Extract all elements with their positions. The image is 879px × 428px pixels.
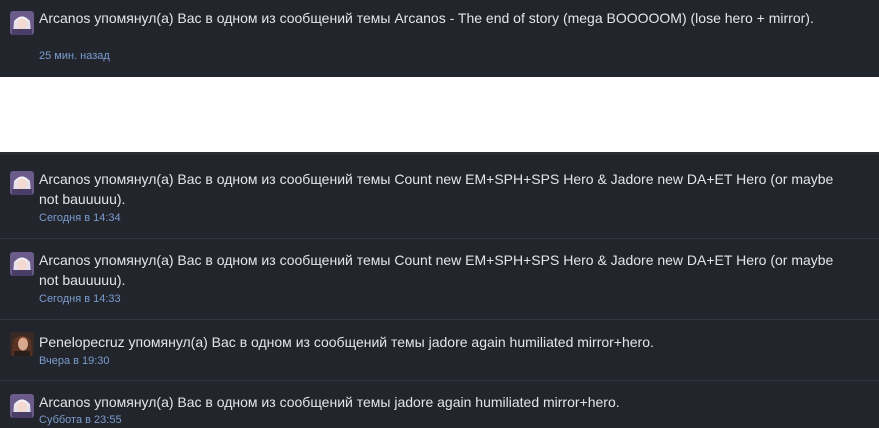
alert-thread-link[interactable]: jadore again humiliated mirror+hero — [394, 394, 615, 410]
alert-username[interactable]: Arcanos — [39, 394, 90, 410]
user-avatar[interactable] — [10, 171, 34, 195]
alert-message: Arcanos упомянул(а) Вас в одном из сообщ… — [39, 392, 839, 412]
alert-message: Arcanos упомянул(а) Вас в одном из сообщ… — [39, 250, 839, 290]
alert-item: Arcanos упомянул(а) Вас в одном из сообщ… — [0, 0, 879, 78]
alert-message: Penelopecruz упомянул(а) Вас в одном из … — [39, 332, 839, 352]
anime-avatar-icon — [10, 171, 34, 195]
alert-message: Arcanos упомянул(а) Вас в одном из сообщ… — [39, 8, 839, 28]
alerts-feed: Arcanos упомянул(а) Вас в одном из сообщ… — [0, 0, 879, 428]
alert-time: Сегодня в 14:33 — [39, 293, 121, 305]
alert-action: упомянул(а) Вас в одном из сообщений тем… — [90, 394, 395, 410]
alert-action: упомянул(а) Вас в одном из сообщений тем… — [90, 10, 395, 26]
user-avatar[interactable] — [10, 332, 34, 356]
alert-time: 25 мин. назад — [39, 50, 110, 62]
alert-item: Penelopecruz упомянул(а) Вас в одном из … — [0, 321, 879, 381]
photo-avatar-icon — [10, 332, 34, 356]
alert-item: Arcanos упомянул(а) Вас в одном из сообщ… — [0, 159, 879, 239]
alert-suffix: . — [121, 191, 126, 207]
blank-region — [0, 77, 879, 155]
anime-avatar-icon — [10, 252, 34, 276]
alert-thread-link[interactable]: jadore again humiliated mirror+hero — [429, 334, 650, 350]
alert-message: Arcanos упомянул(а) Вас в одном из сообщ… — [39, 169, 839, 209]
user-avatar[interactable] — [10, 11, 34, 35]
alert-username[interactable]: Arcanos — [39, 252, 90, 268]
alert-suffix: . — [121, 272, 126, 288]
alert-suffix: . — [615, 394, 620, 410]
alert-thread-link[interactable]: Arcanos - The end of story (mega BOOOOOM… — [394, 10, 810, 26]
alert-time: Сегодня в 14:34 — [39, 212, 121, 224]
user-avatar[interactable] — [10, 252, 34, 276]
alert-item: Arcanos упомянул(а) Вас в одном из сообщ… — [0, 240, 879, 320]
alert-suffix: . — [650, 334, 654, 350]
alert-suffix: . — [809, 10, 814, 26]
alert-username[interactable]: Penelopecruz — [39, 334, 125, 350]
user-avatar[interactable] — [10, 394, 34, 418]
alert-time: Вчера в 19:30 — [39, 355, 110, 367]
alert-action: упомянул(а) Вас в одном из сообщений тем… — [90, 171, 395, 187]
alert-item: Arcanos упомянул(а) Вас в одном из сообщ… — [0, 382, 879, 428]
anime-avatar-icon — [10, 11, 34, 35]
alert-time: Суббота в 23:55 — [39, 414, 122, 426]
anime-avatar-icon — [10, 394, 34, 418]
alert-username[interactable]: Arcanos — [39, 171, 90, 187]
alert-username[interactable]: Arcanos — [39, 10, 90, 26]
alert-action: упомянул(а) Вас в одном из сообщений тем… — [90, 252, 395, 268]
alert-action: упомянул(а) Вас в одном из сообщений тем… — [124, 334, 429, 350]
